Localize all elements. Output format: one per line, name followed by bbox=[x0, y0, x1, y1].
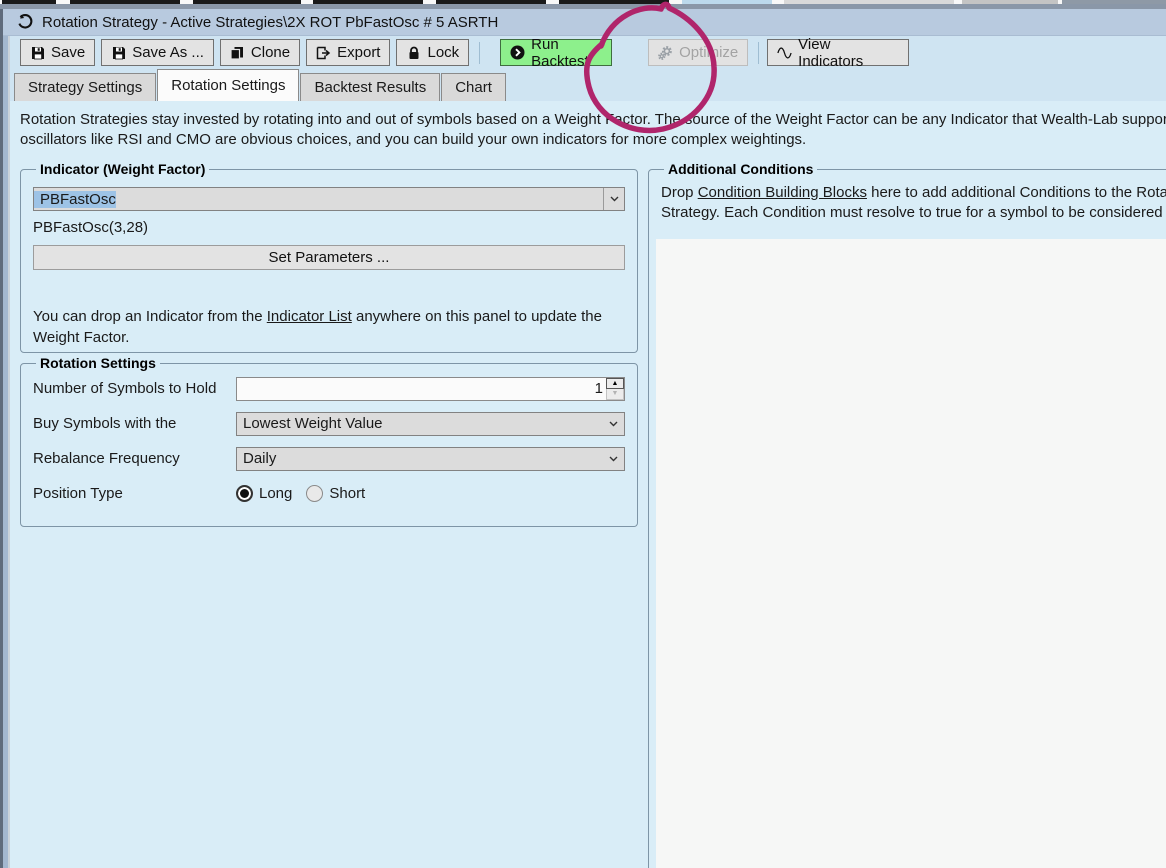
lock-button[interactable]: Lock bbox=[396, 39, 469, 66]
buy-symbols-select[interactable]: Lowest Weight Value bbox=[236, 412, 625, 436]
condition-building-blocks-link[interactable]: Condition Building Blocks bbox=[698, 184, 867, 201]
screenshot-root: { "window": { "title": "Rotation Strateg… bbox=[0, 0, 1166, 868]
view-indicators-label: View Indicators bbox=[798, 36, 899, 70]
conditions-instructions: Drop Condition Building Blocks here to a… bbox=[661, 183, 1166, 223]
radio-selected-icon bbox=[236, 485, 253, 502]
hint-mid: anywhere on this panel to update the bbox=[352, 308, 602, 325]
position-type-long-radio[interactable]: Long bbox=[236, 485, 292, 502]
description-line-1: Rotation Strategies stay invested by rot… bbox=[20, 110, 1166, 130]
indicator-group-title: Indicator (Weight Factor) bbox=[36, 161, 209, 177]
rotation-settings-group: Rotation Settings Number of Symbols to H… bbox=[20, 355, 638, 527]
radio-unselected-icon bbox=[306, 485, 323, 502]
title-bar: Rotation Strategy - Active Strategies\2X… bbox=[3, 9, 1166, 36]
position-type-short-radio[interactable]: Short bbox=[306, 485, 365, 502]
tab-rotation-settings[interactable]: Rotation Settings bbox=[157, 69, 299, 101]
stepper-down-button[interactable]: ▼ bbox=[606, 389, 624, 400]
save-as-button[interactable]: Save As ... bbox=[101, 39, 214, 66]
short-radio-label: Short bbox=[329, 485, 365, 502]
symbols-to-hold-stepper[interactable]: 1 ▲ ▼ bbox=[236, 377, 625, 401]
symbols-to-hold-value: 1 bbox=[237, 378, 606, 400]
buy-symbols-value: Lowest Weight Value bbox=[237, 415, 383, 432]
long-radio-label: Long bbox=[259, 485, 292, 502]
hint-prefix: You can drop an Indicator from the bbox=[33, 308, 267, 325]
chevron-down-icon[interactable] bbox=[603, 188, 624, 210]
buy-symbols-label: Buy Symbols with the bbox=[33, 415, 236, 432]
run-icon bbox=[510, 45, 525, 60]
conditions-line-1-suffix: here to add additional Conditions to the… bbox=[867, 184, 1166, 201]
tab-strategy-settings[interactable]: Strategy Settings bbox=[14, 73, 156, 101]
rotation-group-title: Rotation Settings bbox=[36, 355, 160, 371]
description-line-2: oscillators like RSI and CMO are obvious… bbox=[20, 130, 1166, 150]
optimize-button[interactable]: Optimize bbox=[648, 39, 748, 66]
export-icon bbox=[316, 45, 331, 60]
conditions-group-title: Additional Conditions bbox=[664, 161, 817, 177]
save-as-label: Save As ... bbox=[132, 44, 204, 61]
gears-icon bbox=[658, 45, 673, 60]
strategy-description: Rotation Strategies stay invested by rot… bbox=[20, 110, 1166, 150]
chevron-down-icon[interactable] bbox=[603, 448, 624, 470]
rotation-settings-page: Rotation Strategies stay invested by rot… bbox=[10, 101, 1166, 868]
export-label: Export bbox=[337, 44, 380, 61]
save-button[interactable]: Save bbox=[20, 39, 95, 66]
window-title: Rotation Strategy - Active Strategies\2X… bbox=[42, 14, 498, 31]
rebalance-frequency-row: Rebalance Frequency Daily bbox=[33, 441, 625, 476]
position-type-label: Position Type bbox=[33, 485, 236, 502]
conditions-line-1-prefix: Drop bbox=[661, 184, 698, 201]
clone-label: Clone bbox=[251, 44, 290, 61]
run-backtest-button[interactable]: Run Backtest bbox=[500, 39, 612, 66]
indicator-combobox[interactable]: PBFastOsc bbox=[33, 187, 625, 211]
toolbar: Save Save As ... Clone bbox=[10, 36, 1166, 69]
set-parameters-button[interactable]: Set Parameters ... bbox=[33, 245, 625, 270]
rotate-ccw-icon bbox=[17, 14, 34, 31]
tab-chart[interactable]: Chart bbox=[441, 73, 506, 101]
conditions-line-1: Drop Condition Building Blocks here to a… bbox=[661, 183, 1166, 203]
indicator-formula-label: PBFastOsc(3,28) bbox=[33, 219, 625, 236]
lock-icon bbox=[406, 45, 421, 60]
indicator-weight-factor-group: Indicator (Weight Factor) PBFastOsc PBFa… bbox=[20, 161, 638, 353]
toolbar-separator bbox=[758, 42, 759, 64]
save-as-icon bbox=[111, 45, 126, 60]
toolbar-separator bbox=[479, 42, 480, 64]
symbols-to-hold-row: Number of Symbols to Hold 1 ▲ ▼ bbox=[33, 371, 625, 406]
lock-label: Lock bbox=[427, 44, 459, 61]
additional-conditions-group: Additional Conditions Drop Condition Bui… bbox=[648, 161, 1166, 868]
tab-strip: Strategy Settings Rotation Settings Back… bbox=[10, 69, 1166, 101]
export-button[interactable]: Export bbox=[306, 39, 390, 66]
indicator-drop-hint: You can drop an Indicator from the Indic… bbox=[33, 306, 625, 348]
clone-icon bbox=[230, 45, 245, 60]
stepper-up-button[interactable]: ▲ bbox=[606, 378, 624, 390]
save-label: Save bbox=[51, 44, 85, 61]
conditions-drop-zone[interactable] bbox=[656, 239, 1166, 868]
view-indicators-button[interactable]: View Indicators bbox=[767, 39, 909, 66]
optimize-label: Optimize bbox=[679, 44, 738, 61]
sine-wave-icon bbox=[777, 45, 792, 60]
run-backtest-label: Run Backtest bbox=[531, 36, 602, 70]
position-type-row: Position Type Long Short bbox=[33, 476, 625, 511]
symbols-to-hold-label: Number of Symbols to Hold bbox=[33, 380, 236, 397]
conditions-line-2: Strategy. Each Condition must resolve to… bbox=[661, 203, 1166, 223]
chevron-down-icon[interactable] bbox=[603, 413, 624, 435]
indicator-list-link[interactable]: Indicator List bbox=[267, 308, 352, 325]
tab-backtest-results[interactable]: Backtest Results bbox=[300, 73, 440, 101]
clone-button[interactable]: Clone bbox=[220, 39, 300, 66]
rebalance-frequency-select[interactable]: Daily bbox=[236, 447, 625, 471]
save-icon bbox=[30, 45, 45, 60]
hint-line-2: Weight Factor. bbox=[33, 327, 625, 348]
rebalance-frequency-label: Rebalance Frequency bbox=[33, 450, 236, 467]
buy-symbols-row: Buy Symbols with the Lowest Weight Value bbox=[33, 406, 625, 441]
rebalance-frequency-value: Daily bbox=[237, 450, 276, 467]
indicator-combobox-value: PBFastOsc bbox=[34, 191, 116, 208]
